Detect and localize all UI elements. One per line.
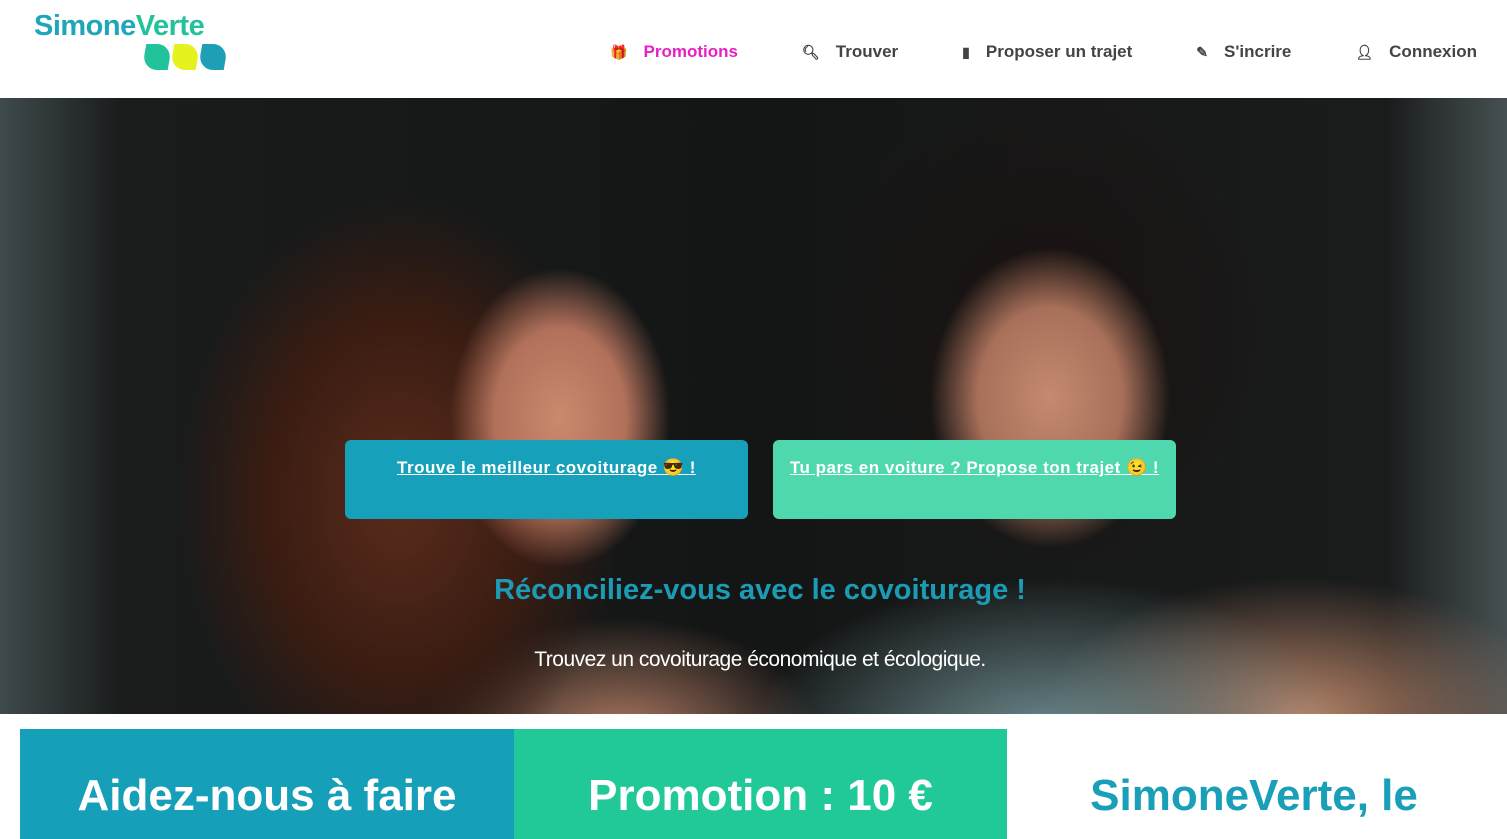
nav-label: S'incrire <box>1224 42 1292 61</box>
nav-label: Proposer un trajet <box>985 42 1133 61</box>
nav-label: Trouver <box>835 42 899 61</box>
card-help[interactable]: Aidez-nous à faire <box>20 729 514 839</box>
nav-proposer[interactable]: ▮ Proposer un trajet <box>962 42 1132 62</box>
nav-connexion[interactable]: 👤︎ Connexion <box>1355 42 1477 62</box>
logo-text-simone: Simone <box>34 10 136 42</box>
user-icon: 👤︎ <box>1355 43 1374 60</box>
logo[interactable]: SimoneVerte <box>34 10 229 70</box>
feature-cards: Aidez-nous à faire Promotion : 10 € Simo… <box>20 729 1501 839</box>
card-about: SimoneVerte, le <box>1007 729 1501 839</box>
pencil-icon: ✎ <box>1196 43 1209 60</box>
search-icon: 🔍︎ <box>802 43 820 60</box>
hero-title: Réconciliez-vous avec le covoiturage ! <box>494 574 1026 606</box>
leaves-icon <box>141 44 229 70</box>
hero-subtitle: Trouvez un covoiturage économique et éco… <box>534 648 986 671</box>
find-ride-button[interactable]: Trouve le meilleur covoiturage 😎 ! <box>345 440 748 519</box>
hero-banner: Trouve le meilleur covoiturage 😎 ! Tu pa… <box>0 98 1507 714</box>
nav-sinscrire[interactable]: ✎ S'incrire <box>1196 42 1291 62</box>
map-icon: ▮ <box>962 43 970 60</box>
main-nav: 🎁 Promotions 🔍︎ Trouver ▮ Proposer un traje… <box>546 42 1477 62</box>
nav-label: Promotions <box>643 42 738 61</box>
nav-trouver[interactable]: 🔍︎ Trouver <box>802 42 898 62</box>
logo-text-verte: Verte <box>135 10 205 42</box>
nav-label: Connexion <box>1389 42 1477 61</box>
card-promotion[interactable]: Promotion : 10 € <box>514 729 1007 839</box>
propose-ride-button[interactable]: Tu pars en voiture ? Propose ton trajet … <box>773 440 1176 519</box>
gift-icon: 🎁 <box>610 43 628 60</box>
nav-promotions[interactable]: 🎁 Promotions <box>610 42 738 62</box>
site-header: SimoneVerte 🎁 Promotions 🔍︎ Trouver ▮ Propo… <box>0 0 1507 98</box>
